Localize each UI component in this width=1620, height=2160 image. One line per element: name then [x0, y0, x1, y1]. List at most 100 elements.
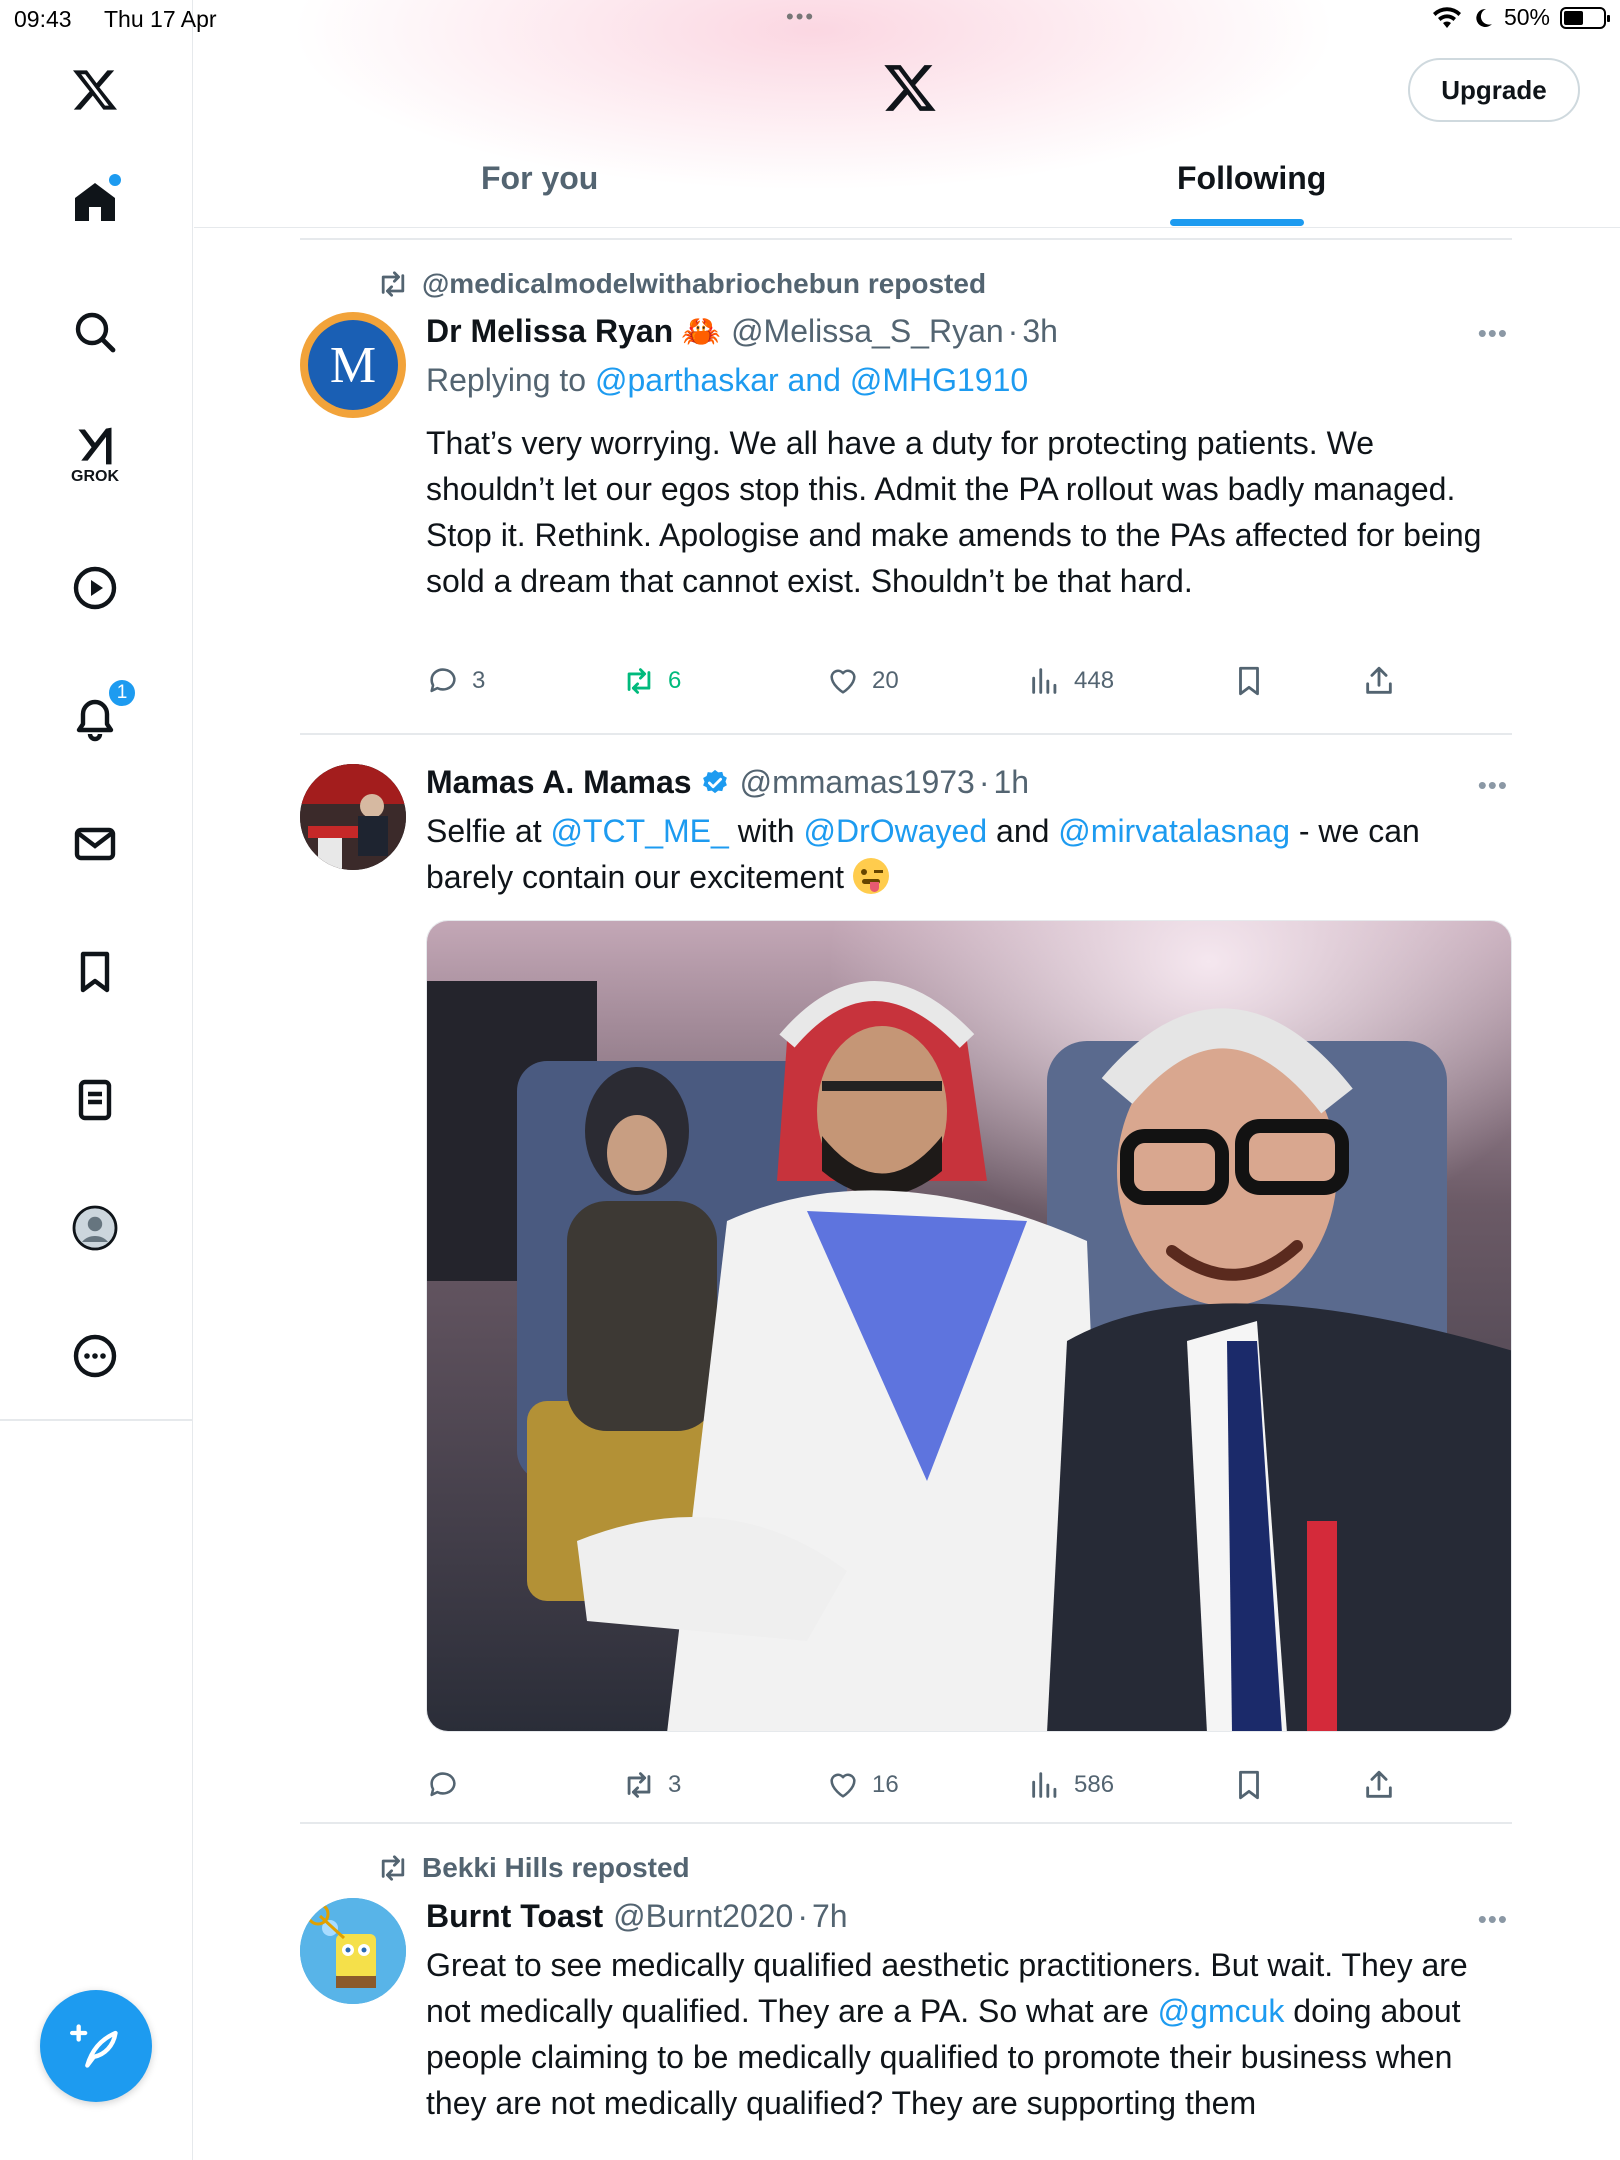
sidebar-item-profile[interactable] — [67, 1200, 123, 1256]
post-text: Selfie at @TCT_ME_ with @DrOwayed and @m… — [426, 813, 1420, 895]
sidebar-separator — [0, 1419, 193, 1421]
verified-badge-icon — [702, 769, 727, 793]
envelope-icon — [74, 827, 116, 861]
avatar[interactable] — [300, 1898, 406, 2004]
repost-icon — [627, 668, 651, 694]
upgrade-button[interactable]: Upgrade — [1408, 58, 1580, 122]
grok-label: GROK — [71, 468, 119, 485]
more-options-icon[interactable]: ••• — [1478, 770, 1508, 801]
sidebar-item-grok[interactable]: GROK — [67, 424, 123, 500]
post-header: Dr Melissa Ryan 🦀 @Melissa_S_Ryan · 3h — [426, 312, 1058, 350]
mention-link[interactable]: @gmcuk — [1158, 1993, 1285, 2029]
post-header: Mamas A. Mamas @mmamas1973 · 1h — [426, 764, 1030, 801]
post-melissa-ryan[interactable]: @medicalmodelwithabriochebun reposted M … — [300, 262, 1512, 732]
reply-button[interactable] — [426, 1768, 472, 1802]
avatar[interactable]: M — [300, 312, 406, 418]
bookmark-button[interactable] — [1232, 1768, 1266, 1802]
sidebar-logo[interactable] — [67, 62, 123, 118]
moon-icon — [1476, 8, 1492, 27]
status-date: Thu 17 Apr — [104, 6, 217, 32]
battery-icon — [1560, 6, 1610, 29]
reply-count: 3 — [472, 667, 486, 694]
views-button[interactable]: 448 — [1028, 664, 1114, 698]
views-icon — [1032, 668, 1057, 694]
x-logo-icon — [73, 70, 117, 110]
sidebar-item-lists[interactable] — [67, 1072, 123, 1128]
like-button[interactable]: 16 — [826, 1768, 899, 1802]
post-burnt-toast[interactable]: Bekki Hills reposted Burnt Toast @Burnt2… — [300, 1846, 1512, 2160]
wifi-icon — [1432, 6, 1461, 28]
author-name[interactable]: Burnt Toast — [426, 1898, 603, 1935]
sidebar-item-messages[interactable] — [67, 816, 123, 872]
avatar-icon — [72, 1205, 118, 1251]
like-button[interactable]: 20 — [826, 664, 899, 698]
post-time[interactable]: 3h — [1022, 313, 1058, 350]
reply-icon — [430, 1772, 456, 1797]
mention-link[interactable]: @DrOwayed — [803, 813, 987, 849]
x-logo-icon[interactable] — [882, 60, 938, 116]
views-icon — [1032, 1772, 1057, 1798]
sidebar: GROK 1 — [0, 0, 193, 2160]
author-name[interactable]: Dr Melissa Ryan — [426, 313, 673, 350]
more-options-icon[interactable]: ••• — [1478, 1904, 1508, 1935]
bookmark-button[interactable] — [1232, 664, 1266, 698]
reply-button[interactable]: 3 — [426, 664, 485, 698]
repost-icon — [381, 271, 405, 297]
tab-following[interactable]: Following — [1177, 160, 1326, 197]
author-handle[interactable]: @Burnt2020 — [613, 1898, 793, 1935]
sidebar-item-video[interactable] — [67, 560, 123, 616]
sidebar-item-home[interactable] — [67, 174, 123, 230]
post-text: Great to see medically qualified aesthet… — [426, 1947, 1468, 2121]
tab-for-you[interactable]: For you — [481, 160, 598, 197]
battery-percent: 50% — [1503, 4, 1550, 30]
share-button[interactable] — [1362, 1768, 1396, 1802]
avatar-letter: M — [308, 320, 398, 410]
like-count: 16 — [872, 1771, 899, 1798]
repost-button[interactable]: 3 — [622, 1768, 681, 1802]
author-name[interactable]: Mamas A. Mamas — [426, 764, 692, 801]
author-handle[interactable]: @mmamas1973 — [740, 764, 975, 801]
post-mamas[interactable]: Mamas A. Mamas @mmamas1973 · 1h ••• Self… — [300, 752, 1512, 1812]
post-time[interactable]: 1h — [993, 764, 1029, 801]
more-circle-icon — [73, 1334, 117, 1378]
mention-link[interactable]: @mirvatalasnag — [1058, 813, 1290, 849]
grok-icon — [78, 427, 112, 465]
repost-button[interactable]: 6 — [622, 664, 681, 698]
post-image[interactable] — [426, 920, 1512, 1732]
post-time[interactable]: 7h — [812, 1898, 848, 1935]
share-button[interactable] — [1362, 664, 1396, 698]
mention-link[interactable]: @TCT_ME_ — [551, 813, 729, 849]
avatar-cartoon — [300, 1898, 406, 2004]
active-tab-indicator — [1170, 219, 1304, 226]
share-icon — [1366, 666, 1392, 694]
bookmark-icon — [80, 951, 110, 993]
winking-tongue-emoji-icon — [852, 858, 889, 894]
feed-divider — [300, 733, 1512, 735]
like-count: 20 — [872, 667, 899, 694]
sidebar-item-more[interactable] — [67, 1328, 123, 1384]
list-icon — [78, 1079, 112, 1121]
views-count: 448 — [1074, 667, 1115, 694]
play-icon — [73, 566, 117, 610]
bookmark-icon — [1239, 1770, 1259, 1800]
reply-to-link[interactable]: @parthaskar and @MHG1910 — [595, 362, 1028, 398]
sidebar-item-search[interactable] — [67, 304, 123, 360]
avatar[interactable] — [300, 764, 406, 870]
more-options-icon[interactable]: ••• — [1478, 318, 1508, 349]
repost-line: @medicalmodelwithabriochebun reposted — [376, 268, 986, 300]
views-count: 586 — [1074, 1771, 1115, 1798]
author-handle[interactable]: @Melissa_S_Ryan — [731, 313, 1004, 350]
crab-icon: 🦀 — [681, 313, 722, 349]
repost-count: 6 — [668, 667, 682, 694]
post-header: Burnt Toast @Burnt2020 · 7h — [426, 1898, 848, 1935]
heart-icon — [830, 669, 856, 694]
status-bar: 09:43 Thu 17 Apr ••• 50% — [0, 0, 1620, 40]
multitasking-dots[interactable]: ••• — [786, 4, 815, 30]
compose-button[interactable] — [40, 1990, 152, 2102]
compose-icon — [70, 2024, 118, 2068]
reply-icon — [430, 668, 456, 693]
sidebar-item-notifications[interactable]: 1 — [67, 678, 137, 746]
repost-line: Bekki Hills reposted — [376, 1852, 690, 1884]
views-button[interactable]: 586 — [1028, 1768, 1114, 1802]
sidebar-item-bookmarks[interactable] — [67, 944, 123, 1000]
